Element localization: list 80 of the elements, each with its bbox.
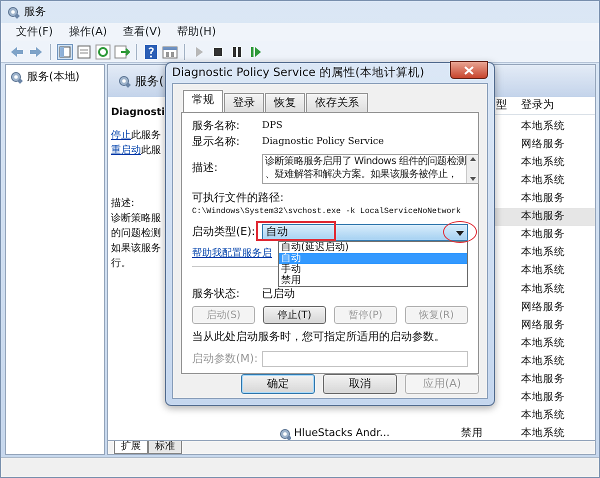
- column-header[interactable]: 登录为: [521, 97, 554, 114]
- hint-text: 当从此处启动服务时，您可指定所适用的启动参数。: [192, 329, 446, 345]
- description-text: 如果该服务: [111, 242, 161, 256]
- link-text: 此服: [141, 144, 161, 158]
- dialog-tab[interactable]: 登录: [224, 93, 264, 112]
- description-text: 诊断策略服: [111, 212, 161, 226]
- field-label: 启动类型(E):: [192, 224, 256, 240]
- field-label: 启动参数(M):: [192, 350, 259, 366]
- window-title: 服务: [24, 4, 46, 20]
- help-icon[interactable]: [143, 44, 159, 60]
- table-cell: 本地服务: [521, 228, 565, 240]
- dropdown-option[interactable]: 自动(延迟启动): [279, 242, 467, 253]
- tree-item[interactable]: 服务(本地): [27, 69, 80, 86]
- table-cell: 本地系统: [521, 156, 565, 168]
- properties-window-icon[interactable]: [76, 44, 92, 60]
- table-cell: 本地服务: [521, 210, 565, 222]
- description-text: 行。: [111, 257, 131, 271]
- description-box[interactable]: 诊断策略服务启用了 Windows 组件的问题检测 、疑难解答和解决方案。如果该服务被停止，: [262, 154, 479, 184]
- table-cell: 本地系统: [521, 120, 565, 132]
- action-link[interactable]: 重启动: [111, 143, 141, 158]
- table-cell: 本地系统: [521, 174, 565, 186]
- view-tab[interactable]: 扩展: [114, 441, 148, 454]
- menu-item[interactable]: 文件(F): [15, 22, 54, 42]
- help-link[interactable]: 帮助我配置服务启: [192, 248, 272, 259]
- service-title: Diagnosti: [111, 106, 165, 120]
- dropdown-option[interactable]: 禁用: [279, 275, 467, 286]
- startup-type-dropdown[interactable]: 自动: [262, 224, 468, 241]
- dialog-tab[interactable]: 常规: [183, 90, 223, 112]
- description-line: 诊断策略服务启用了 Windows 组件的问题检测: [265, 154, 466, 168]
- table-cell: 本地服务: [521, 372, 565, 385]
- table-cell: 本地系统: [521, 427, 565, 440]
- path-text: C:\Windows\System32\svchost.exe -k LocalServiceNoNetwork: [192, 206, 461, 218]
- scroll-up-icon[interactable]: [470, 156, 476, 160]
- console-tree-icon[interactable]: [57, 44, 73, 60]
- table-cell: 本地系统: [521, 264, 565, 276]
- table-cell: 网络服务: [521, 300, 565, 313]
- dropdown-value: 自动: [266, 224, 288, 240]
- panel-header: 服务(: [135, 73, 164, 90]
- table-cell: 本地服务: [521, 391, 565, 404]
- dialog-tab[interactable]: 恢复: [265, 93, 305, 112]
- field-label: 显示名称:: [192, 134, 241, 150]
- link-text: 此服务: [131, 128, 161, 143]
- field-value: DPS: [262, 118, 283, 133]
- dialog-button[interactable]: 确定: [241, 374, 315, 394]
- description-label: 描述:: [111, 196, 134, 211]
- description-text: 的问题检测: [111, 226, 161, 241]
- dialog-tab[interactable]: 依存关系: [306, 93, 368, 112]
- dropdown-option[interactable]: 手动: [279, 264, 467, 275]
- table-cell: 网络服务: [521, 318, 565, 331]
- table-cell: 本地服务: [521, 192, 565, 204]
- dialog-button[interactable]: 取消: [323, 374, 397, 394]
- scroll-down-icon[interactable]: [470, 176, 476, 180]
- path-label: 可执行文件的路径:: [192, 190, 284, 206]
- menu-item[interactable]: 操作(A): [68, 22, 108, 42]
- table-cell-text: HlueStacks Andr...: [294, 426, 390, 442]
- table-cell: 本地系统: [521, 336, 565, 349]
- table-cell: 网络服务: [521, 138, 565, 150]
- view-tab[interactable]: 标准: [148, 441, 182, 454]
- close-button[interactable]: [450, 61, 488, 79]
- table-cell: 本地系统: [521, 246, 565, 258]
- dialog-title: Diagnostic Policy Service 的属性(本地计算机): [172, 64, 424, 82]
- details-view-icon[interactable]: [162, 44, 178, 60]
- menu-item[interactable]: 帮助(H): [176, 22, 217, 42]
- field-value: Diagnostic Policy Service: [262, 135, 384, 150]
- column-header[interactable]: 型: [496, 97, 507, 114]
- refresh-icon[interactable]: [95, 44, 111, 60]
- field-label: 描述:: [192, 160, 219, 176]
- export-list-icon[interactable]: [114, 44, 130, 60]
- menu-item[interactable]: 查看(V): [122, 22, 162, 42]
- action-link[interactable]: 停止: [111, 128, 131, 143]
- table-cell: 本地系统: [521, 282, 565, 295]
- service-button[interactable]: 停止(T): [263, 306, 326, 324]
- close-icon: [464, 66, 474, 74]
- description-line: 、疑难解答和解决方案。如果该服务被停止，: [265, 168, 458, 180]
- table-cell: 本地系统: [521, 409, 565, 422]
- table-cell: 禁用: [461, 427, 483, 440]
- field-label: 服务名称:: [192, 118, 241, 134]
- status-value: 已启动: [262, 286, 295, 302]
- field-label: 服务状态:: [192, 286, 241, 302]
- table-cell: 本地系统: [521, 354, 565, 367]
